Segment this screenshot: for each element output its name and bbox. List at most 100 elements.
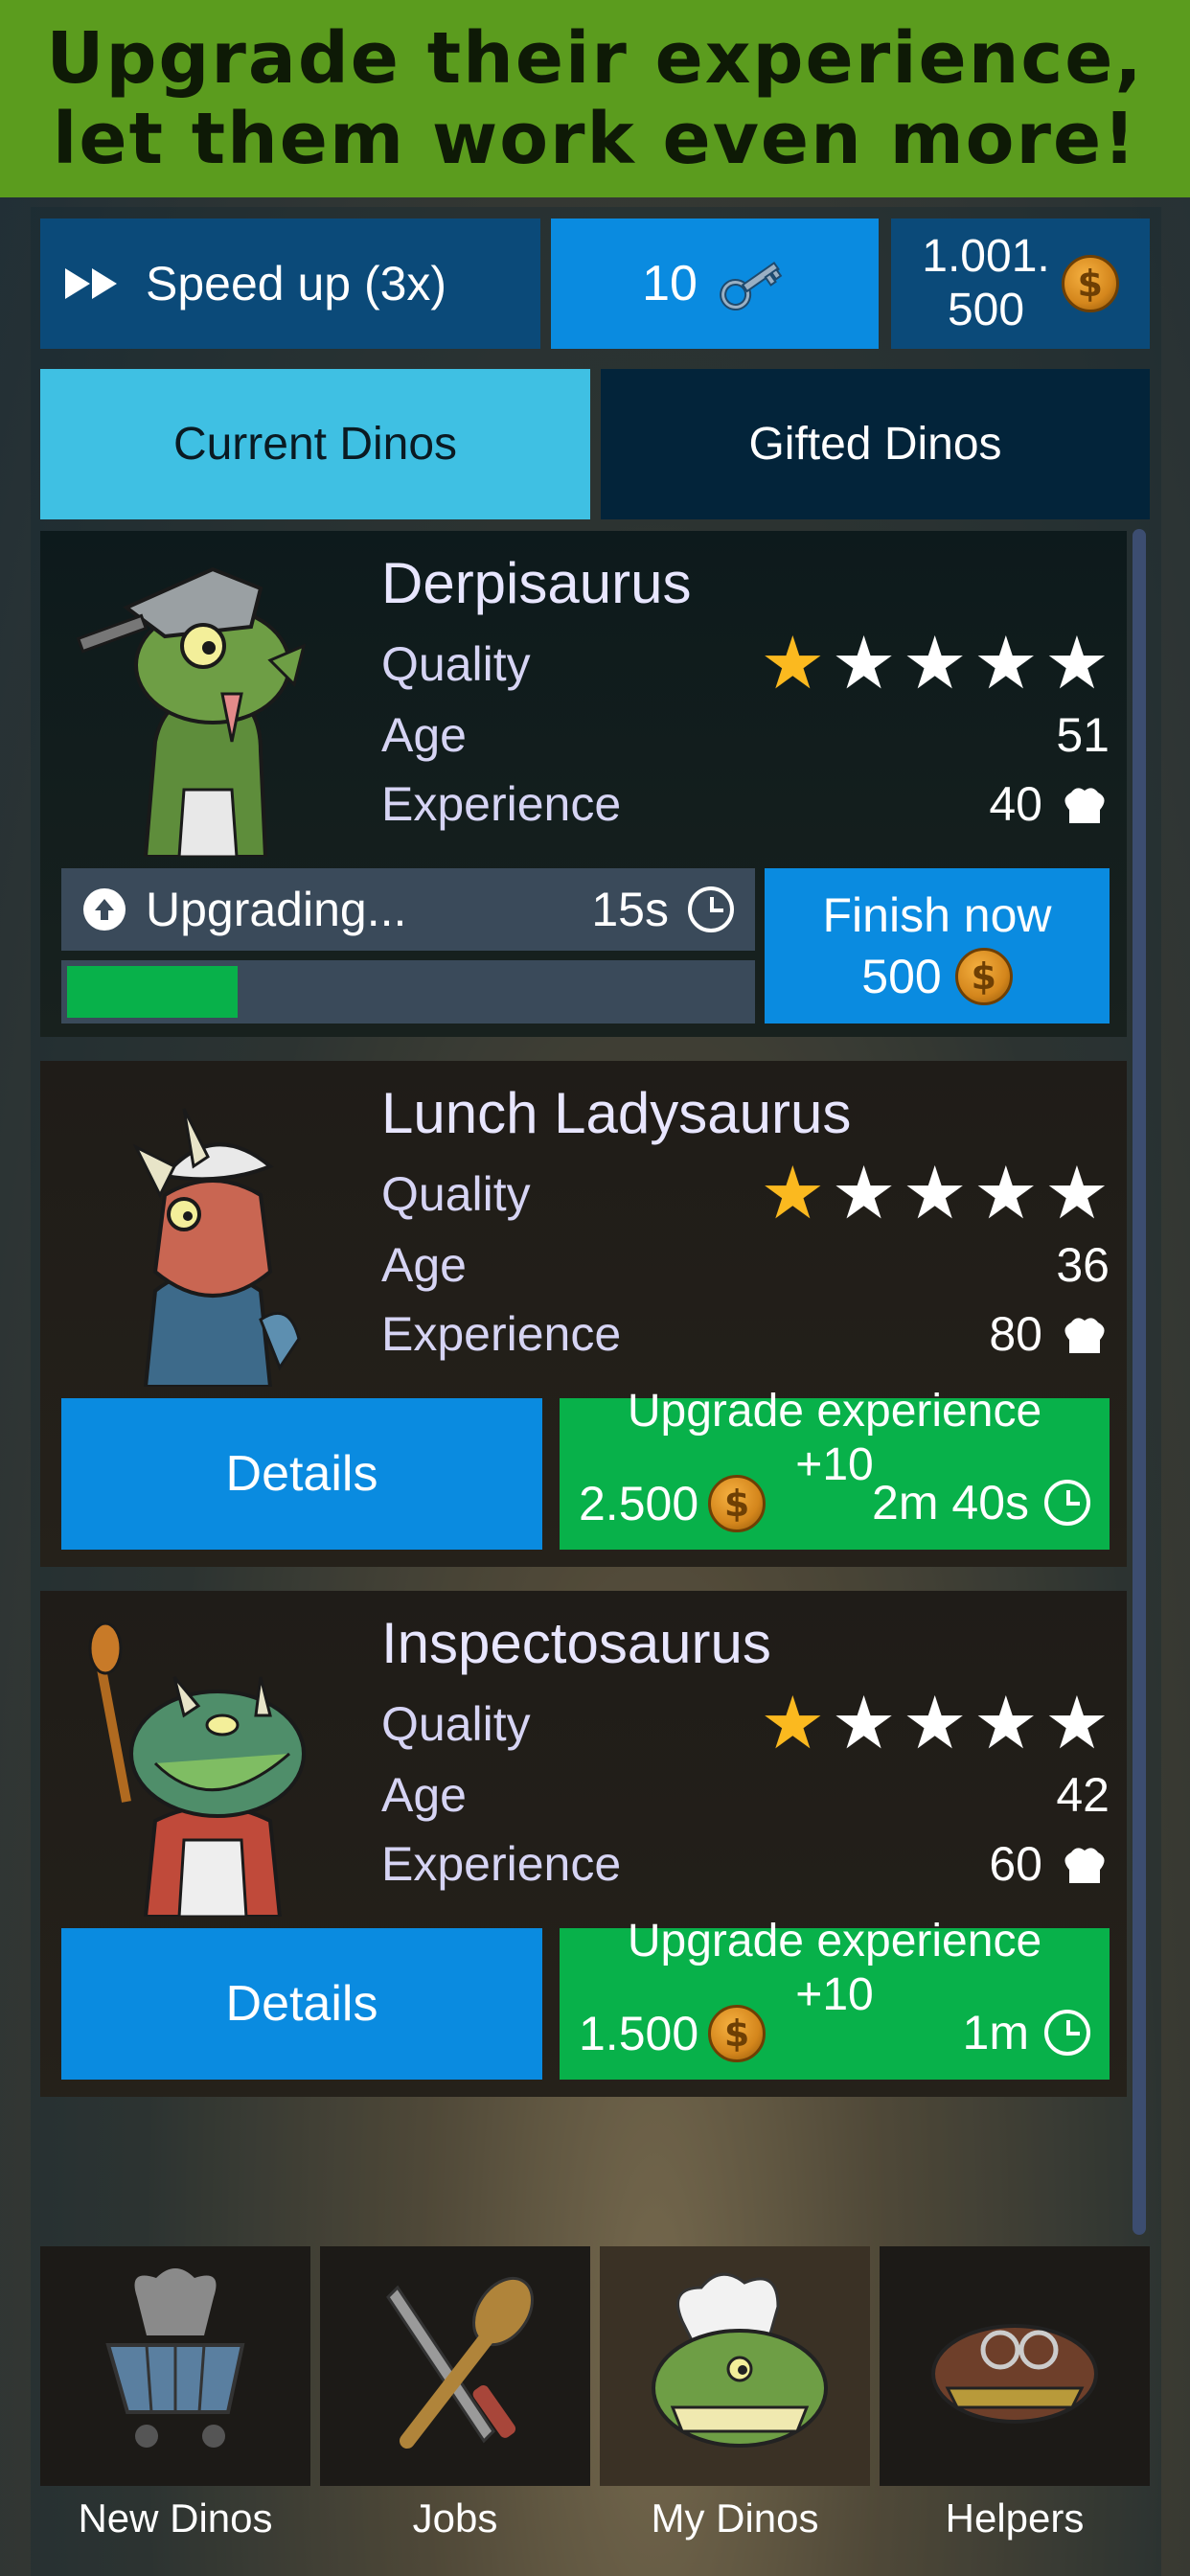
nav-helpers[interactable] [880, 2246, 1150, 2486]
banner-line-2: let them work even more! [53, 98, 1137, 180]
quality-stars: ★ ★ ★ ★ ★ [760, 623, 1110, 704]
chef-hat-icon [1060, 1313, 1110, 1355]
details-button[interactable]: Details [61, 1398, 542, 1550]
dino-name: Lunch Ladysaurus [381, 1081, 852, 1145]
experience-number: 40 [989, 777, 1042, 831]
chef-hat-icon [1060, 783, 1110, 825]
star-icon: ★ [902, 1153, 968, 1234]
nav-jobs[interactable] [320, 2246, 590, 2486]
nav-label-new-dinos: New Dinos [78, 2496, 273, 2541]
chef-hat-icon [1060, 1843, 1110, 1885]
nav-label-jobs: Jobs [412, 2496, 498, 2541]
upgrade-time: 1m [963, 2005, 1090, 2060]
upgrade-cost: 2.500 $ [579, 1475, 767, 1532]
tab-gifted-dinos[interactable]: Gifted Dinos [601, 369, 1150, 519]
dino-name: Inspectosaurus [381, 1611, 771, 1675]
upgrading-time: 15s [591, 883, 669, 936]
star-icon: ★ [831, 1683, 897, 1764]
details-button[interactable]: Details [61, 1928, 542, 2080]
dino-chef-icon [634, 2264, 835, 2470]
upgrade-experience-button[interactable]: Upgrade experience +10 1.500 $ 1m [560, 1916, 1110, 2080]
clock-icon [1044, 2010, 1090, 2056]
finish-now-label: Finish now [822, 888, 1052, 942]
coin-balance-line-2: 500 [947, 285, 1025, 335]
upgrade-time: 2m 40s [872, 1475, 1090, 1530]
upgrade-title: Upgrade experience [627, 1916, 1042, 1966]
upgrading-status: Upgrading... 15s [61, 868, 755, 951]
lunch-ladysaurus-avatar [69, 1080, 347, 1389]
coin-icon: $ [708, 1475, 767, 1532]
age-label: Age [381, 1768, 467, 1822]
keys-count: 10 [642, 256, 698, 311]
age-value: 51 [1056, 708, 1110, 762]
experience-row: Experience 80 [381, 1300, 1110, 1368]
quality-row: Quality ★ ★ ★ ★ ★ [381, 1683, 1110, 1764]
experience-row: Experience 60 [381, 1830, 1110, 1898]
star-icon: ★ [1043, 1153, 1110, 1234]
coin-balance-line-1: 1.001. [922, 231, 1050, 282]
coin-icon: $ [954, 948, 1013, 1005]
coin-icon: $ [708, 2005, 767, 2062]
upgrade-progress-bar [61, 960, 755, 1024]
experience-number: 60 [989, 1837, 1042, 1891]
experience-label: Experience [381, 777, 622, 831]
age-value: 36 [1056, 1238, 1110, 1292]
speed-up-button[interactable]: Speed up (3x) [40, 218, 540, 349]
dino-glasses-icon [919, 2268, 1110, 2465]
star-icon: ★ [902, 1683, 968, 1764]
quality-stars: ★ ★ ★ ★ ★ [760, 1153, 1110, 1234]
key-icon [715, 252, 788, 315]
upgrade-experience-button[interactable]: Upgrade experience +10 2.500 $ 2m 40s [560, 1386, 1110, 1550]
experience-row: Experience 40 [381, 770, 1110, 838]
quality-label: Quality [381, 1697, 531, 1751]
star-icon: ★ [1043, 1683, 1110, 1764]
experience-value: 60 [989, 1836, 1110, 1892]
experience-number: 80 [989, 1307, 1042, 1361]
quality-row: Quality ★ ★ ★ ★ ★ [381, 623, 1110, 704]
age-row: Age 36 [381, 1231, 1110, 1299]
experience-value: 40 [989, 776, 1110, 832]
finish-now-button[interactable]: Finish now 500 $ [765, 868, 1110, 1024]
upgrade-cost-value: 2.500 [579, 1477, 699, 1530]
age-row: Age 51 [381, 702, 1110, 769]
finish-now-cost: 500 [861, 950, 942, 1003]
upgrade-cost-value: 1.500 [579, 2007, 699, 2060]
star-icon: ★ [760, 1153, 826, 1234]
keys-button[interactable]: 10 [551, 218, 879, 349]
banner-title: Upgrade their experience, let them work … [46, 18, 1143, 179]
knife-spoon-icon [359, 2268, 551, 2465]
star-icon: ★ [831, 623, 897, 704]
speed-up-label: Speed up (3x) [146, 257, 447, 310]
star-icon: ★ [973, 623, 1039, 704]
upgrade-title: Upgrade experience [627, 1386, 1042, 1437]
quality-stars: ★ ★ ★ ★ ★ [760, 1683, 1110, 1764]
dino-card-derpisaurus: Derpisaurus Quality ★ ★ ★ ★ ★ Age 51 Exp… [40, 531, 1127, 1037]
star-icon: ★ [760, 623, 826, 704]
age-label: Age [381, 1238, 467, 1292]
age-row: Age 42 [381, 1761, 1110, 1828]
upgrade-time-value: 1m [962, 2006, 1029, 2059]
nav-new-dinos[interactable] [40, 2246, 310, 2486]
star-icon: ★ [831, 1153, 897, 1234]
star-icon: ★ [1043, 623, 1110, 704]
nav-label-my-dinos: My Dinos [651, 2496, 819, 2541]
dino-name: Derpisaurus [381, 551, 692, 615]
fast-forward-icon [63, 264, 121, 303]
inspectosaurus-avatar [69, 1610, 347, 1919]
coin-icon: $ [1061, 255, 1119, 312]
nav-my-dinos[interactable] [600, 2246, 870, 2486]
coin-balance: 1.001. 500 $ [891, 218, 1150, 349]
star-icon: ★ [973, 1153, 1039, 1234]
clock-icon [688, 886, 734, 932]
cart-icon [80, 2267, 271, 2465]
derpisaurus-avatar [69, 550, 347, 859]
quality-label: Quality [381, 1167, 531, 1221]
nav-label-helpers: Helpers [945, 2496, 1085, 2541]
dino-card-inspectosaurus: Inspectosaurus Quality ★ ★ ★ ★ ★ Age 42 … [40, 1591, 1127, 2097]
promo-banner: Upgrade their experience, let them work … [0, 0, 1190, 197]
quality-label: Quality [381, 637, 531, 691]
clock-icon [1044, 1480, 1090, 1526]
star-icon: ★ [973, 1683, 1039, 1764]
list-scrollbar[interactable] [1133, 529, 1146, 2235]
tab-current-dinos[interactable]: Current Dinos [40, 369, 590, 519]
